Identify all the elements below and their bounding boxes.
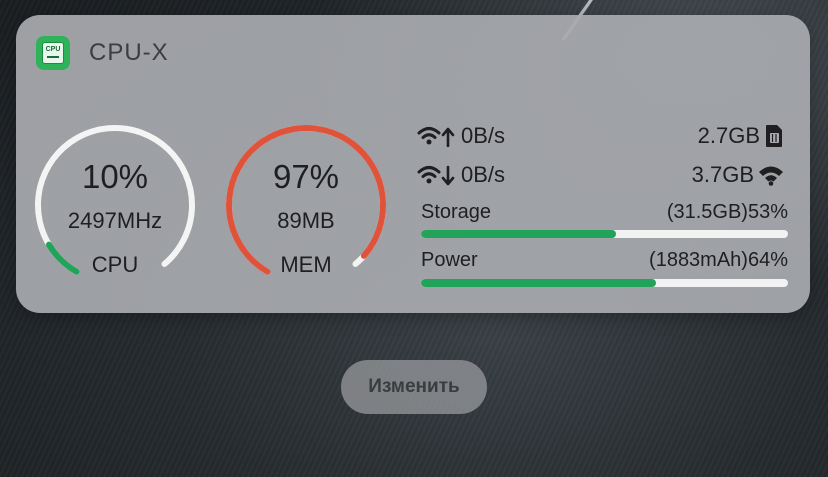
cpu-gauge: 10% 2497MHz CPU [30,120,200,290]
wifi-row: 3.7GB [692,162,784,188]
wifi-usage: 3.7GB [691,162,754,187]
storage-label: Storage [421,201,492,223]
cpu-percent: 10% [81,158,149,195]
wifi-icon [759,166,783,186]
upload-speed: 0B/s [461,123,506,148]
app-title: CPU-X [89,39,169,66]
storage-value: (31.5GB)53% [666,201,788,223]
edit-widget-button[interactable]: Изменить [341,360,487,414]
storage-bar-fill [421,230,616,238]
cellular-row: 2.7GB [698,123,784,149]
storage-bar [421,230,788,238]
mem-used: 89MB [277,208,335,233]
cpu-x-widget[interactable]: CPU CPU-X 10% 2497MHz CPU 97% 89MB MEM 0… [16,15,810,313]
power-value: (1883mAh)64% [649,249,788,271]
wifi-download-icon [417,165,455,186]
app-icon: CPU [36,36,70,70]
upload-row: 0B/s [417,123,505,149]
download-row: 0B/s [417,162,505,188]
widget-header: CPU CPU-X [36,36,169,70]
mem-percent: 97% [272,158,340,195]
mem-gauge-arc [226,125,386,275]
power-bar [421,279,788,287]
power-label: Power [421,249,478,271]
mem-gauge: 97% 89MB MEM [221,120,391,290]
power-bar-fill [421,279,656,287]
download-speed: 0B/s [461,162,506,187]
cpu-frequency: 2497MHz [67,208,163,233]
wifi-upload-icon [417,127,455,147]
cellular-usage: 2.7GB [697,123,760,148]
cpu-gauge-track [35,125,195,275]
app-icon-label: CPU [45,46,61,53]
cpu-label: CPU [91,252,139,277]
mem-label: MEM [280,252,332,277]
sim-card-icon [766,125,782,147]
